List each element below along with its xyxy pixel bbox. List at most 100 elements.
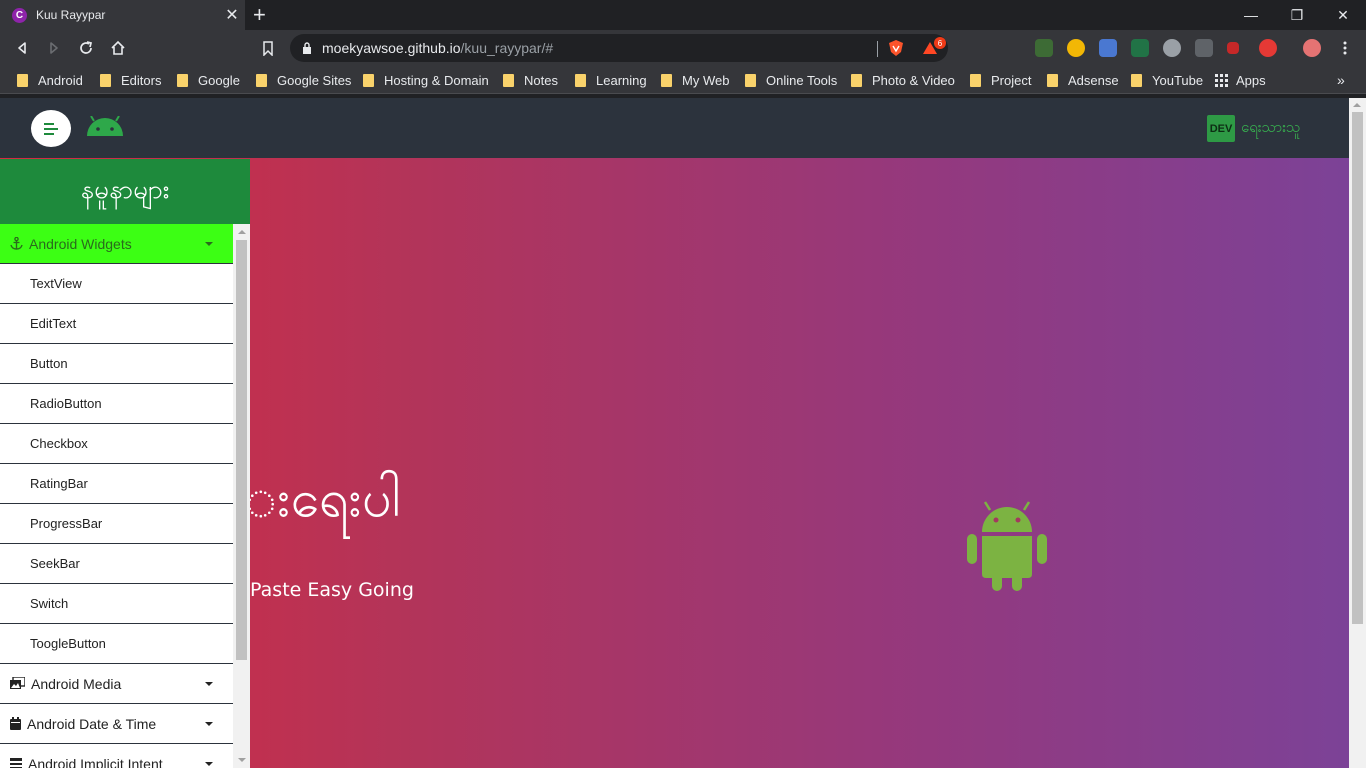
- sidebar-item-radiobutton[interactable]: RadioButton: [0, 384, 233, 424]
- list-icon: [10, 757, 22, 768]
- android-logo-icon[interactable]: [86, 116, 124, 136]
- folder-icon: [1131, 73, 1142, 87]
- restore-button[interactable]: ❐: [1274, 0, 1320, 30]
- home-icon: [111, 40, 125, 55]
- chevron-down-icon: [205, 242, 213, 246]
- sidebar-heading: နမူနာများ: [0, 159, 250, 224]
- close-window-button[interactable]: ✕: [1320, 0, 1366, 30]
- back-icon: [18, 42, 26, 54]
- bookmark-folder[interactable]: Editors: [100, 72, 161, 88]
- sidebar-item-switch[interactable]: Switch: [0, 584, 233, 624]
- url-text: moekyawsoe.github.io/kuu_rayypar/#: [322, 40, 554, 56]
- folder-icon: [256, 73, 267, 87]
- sidebar-item-textview[interactable]: TextView: [0, 264, 233, 304]
- excel-extension-icon[interactable]: [1131, 39, 1149, 57]
- scroll-up-icon[interactable]: [1353, 103, 1361, 107]
- bookmark-folder[interactable]: Notes: [503, 72, 558, 88]
- sidebar-item-checkbox[interactable]: Checkbox: [0, 424, 233, 464]
- bookmark-folder[interactable]: Hosting & Domain: [363, 72, 489, 88]
- tab-title: Kuu Rayypar: [36, 8, 106, 22]
- reload-icon: [80, 41, 93, 54]
- rewards-badge: 6: [934, 37, 946, 49]
- shield-extension-icon[interactable]: [1195, 39, 1213, 57]
- browser-tab[interactable]: C Kuu Rayypar ✕: [0, 0, 245, 30]
- android-robot-icon: [967, 501, 1047, 591]
- folder-icon: [177, 73, 188, 87]
- new-tab-button[interactable]: +: [253, 3, 266, 27]
- sidebar-group-android-date-time[interactable]: Android Date & Time: [0, 704, 233, 744]
- brave-shield-icon[interactable]: [888, 39, 904, 57]
- sidebar-item-seekbar[interactable]: SeekBar: [0, 544, 233, 584]
- apps-grid-icon: [1215, 73, 1228, 87]
- sidebar-item-button[interactable]: Button: [0, 344, 233, 384]
- back-button[interactable]: [10, 36, 34, 60]
- reload-button[interactable]: [74, 36, 98, 60]
- scroll-up-icon[interactable]: [238, 230, 246, 234]
- chevron-down-icon: [205, 682, 213, 686]
- site-navbar: DEV ရေးသားသူ: [0, 98, 1349, 158]
- sidebar: နမူနာများ Android Widgets TextView EditT…: [0, 159, 250, 768]
- bookmarks-bar: Android Editors Google Google Sites Host…: [0, 66, 1366, 94]
- forward-button[interactable]: [42, 36, 66, 60]
- folder-icon: [1047, 73, 1058, 87]
- bookmark-folder[interactable]: Android: [17, 72, 83, 88]
- web-page: DEV ရေးသားသူ းရေးပါ k Paste Easy Going န…: [0, 98, 1349, 768]
- forward-icon: [50, 42, 58, 54]
- bookmark-page-button[interactable]: [256, 36, 280, 60]
- folder-icon: [661, 73, 672, 87]
- sidebar-group-label: Android Widgets: [29, 235, 132, 252]
- browser-menu-button[interactable]: [1333, 36, 1357, 60]
- extension-icon-7[interactable]: [1227, 42, 1239, 54]
- cloud-extension-icon[interactable]: [1163, 39, 1181, 57]
- lock-icon: [303, 42, 311, 54]
- sidebar-toggle-button[interactable]: [31, 110, 71, 147]
- sidebar-item-ratingbar[interactable]: RatingBar: [0, 464, 233, 504]
- photo-video-icon: [10, 677, 25, 690]
- sidebar-group-android-implicit-intent[interactable]: Android Implicit Intent: [0, 744, 233, 768]
- profile-avatar[interactable]: [1303, 39, 1321, 57]
- extension-icon-8[interactable]: [1259, 39, 1277, 57]
- folder-icon: [17, 73, 28, 87]
- tab-close-icon[interactable]: ✕: [221, 5, 243, 25]
- page-scroll-thumb[interactable]: [1352, 112, 1363, 624]
- chevron-down-icon: [205, 722, 213, 726]
- dev-badge[interactable]: DEV: [1207, 115, 1235, 142]
- bookmark-folder[interactable]: Google: [177, 72, 240, 88]
- bookmarks-overflow-icon[interactable]: »: [1337, 72, 1345, 88]
- translate-extension-icon[interactable]: [1099, 39, 1117, 57]
- folder-icon: [575, 73, 586, 87]
- scroll-down-icon[interactable]: [238, 758, 246, 762]
- folder-icon: [100, 73, 111, 87]
- extension-icon-2[interactable]: [1067, 39, 1085, 57]
- page-scrollbar[interactable]: [1349, 98, 1366, 768]
- kebab-menu-icon: [1343, 41, 1347, 55]
- author-link[interactable]: ရေးသားသူ: [1241, 118, 1301, 140]
- hero-subtitle: k Paste Easy Going: [233, 579, 414, 601]
- sidebar-group-android-widgets[interactable]: Android Widgets: [0, 224, 233, 264]
- sidebar-scroll-thumb[interactable]: [236, 240, 247, 660]
- tab-favicon-icon: C: [12, 7, 27, 23]
- sidebar-item-tooglebutton[interactable]: ToogleButton: [0, 624, 233, 664]
- bookmark-folder[interactable]: Google Sites: [256, 72, 351, 88]
- bookmark-folder[interactable]: YouTube: [1131, 72, 1203, 88]
- menu-lines-icon: [44, 122, 58, 135]
- bookmark-folder[interactable]: Photo & Video: [851, 72, 955, 88]
- bookmark-folder[interactable]: Learning: [575, 72, 647, 88]
- calendar-icon: [10, 717, 21, 730]
- folder-icon: [851, 73, 862, 87]
- sidebar-scrollbar[interactable]: [233, 224, 250, 768]
- sidebar-item-progressbar[interactable]: ProgressBar: [0, 504, 233, 544]
- bookmark-folder[interactable]: Project: [970, 72, 1031, 88]
- address-bar[interactable]: moekyawsoe.github.io/kuu_rayypar/# 6: [290, 34, 948, 62]
- bookmark-apps[interactable]: Apps: [1215, 72, 1266, 88]
- sidebar-group-android-media[interactable]: Android Media: [0, 664, 233, 704]
- sidebar-group-label: Android Media: [31, 675, 122, 692]
- sidebar-item-edittext[interactable]: EditText: [0, 304, 233, 344]
- bookmark-folder[interactable]: Online Tools: [745, 72, 837, 88]
- home-button[interactable]: [106, 36, 130, 60]
- extension-icon-1[interactable]: [1035, 39, 1053, 57]
- minimize-button[interactable]: —: [1228, 0, 1274, 30]
- folder-icon: [745, 73, 756, 87]
- bookmark-folder[interactable]: Adsense: [1047, 72, 1119, 88]
- bookmark-folder[interactable]: My Web: [661, 72, 729, 88]
